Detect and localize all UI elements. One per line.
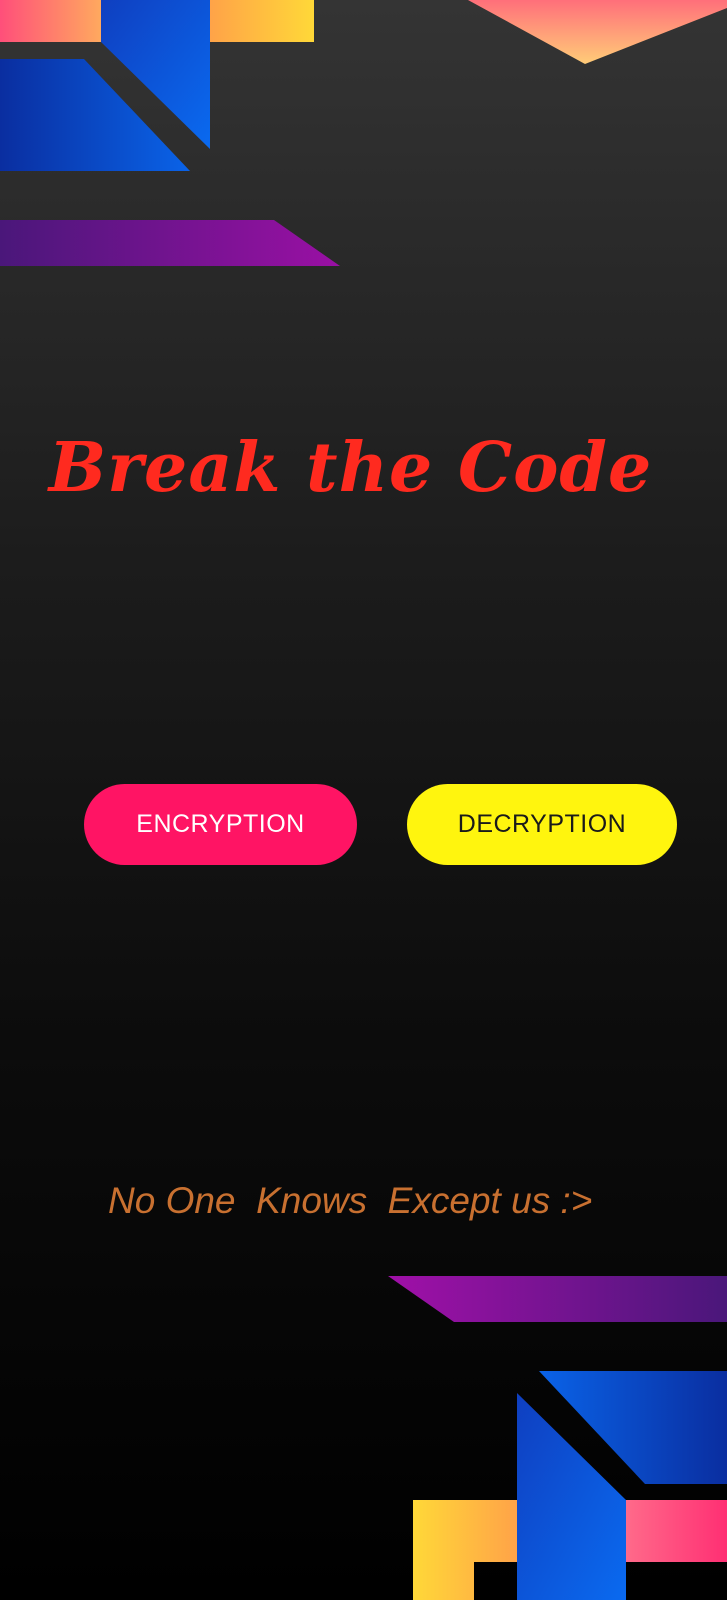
tagline: No One Knows Except us :> bbox=[108, 1180, 593, 1221]
top-left-blue-block bbox=[0, 59, 190, 171]
top-left-orange-bar bbox=[210, 0, 314, 42]
bottom-right-purple-stripe bbox=[388, 1276, 727, 1322]
bottom-right-blue-triangle bbox=[517, 1393, 626, 1600]
encryption-button[interactable]: ENCRYPTION bbox=[84, 784, 357, 865]
bottom-right-blue-block bbox=[539, 1371, 727, 1484]
app-title: Break the Code bbox=[48, 428, 653, 508]
top-right-wedge bbox=[468, 0, 727, 64]
bottom-right-pink-bar bbox=[626, 1500, 727, 1562]
top-left-purple-stripe bbox=[0, 220, 340, 266]
decryption-button[interactable]: DECRYPTION bbox=[407, 784, 677, 865]
top-left-pink-bar bbox=[0, 0, 110, 42]
bottom-left-yellow-block bbox=[413, 1500, 517, 1600]
top-left-blue-triangle bbox=[101, 0, 210, 149]
